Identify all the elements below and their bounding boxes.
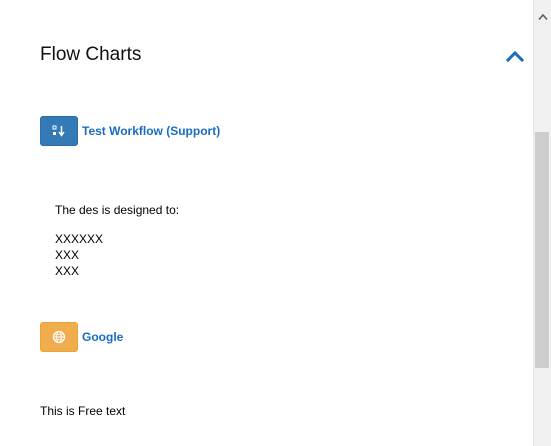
free-text: This is Free text [40, 404, 126, 418]
description-line: XXX [55, 248, 80, 262]
description-lines: XXXXXX XXX XXX [55, 231, 103, 279]
sort-down-icon [52, 125, 65, 137]
workflow-link-row: Test Workflow (Support) [40, 116, 220, 146]
scroll-up-button[interactable] [534, 8, 551, 25]
description-line: XXXXXX [55, 232, 104, 246]
google-icon-button[interactable] [40, 322, 78, 352]
scrollbar-thumb[interactable] [535, 132, 549, 368]
globe-icon [52, 330, 66, 344]
vertical-scrollbar[interactable] [533, 0, 551, 446]
google-link[interactable]: Google [82, 330, 123, 344]
google-link-row: Google [40, 322, 123, 352]
chevron-up-icon [505, 50, 525, 63]
workflow-icon-button[interactable] [40, 116, 78, 146]
collapse-section-button[interactable] [505, 46, 525, 66]
workflow-link[interactable]: Test Workflow (Support) [82, 124, 220, 138]
description-intro: The des is designed to: [55, 203, 180, 217]
flow-charts-panel: Flow Charts Test Workflow (Support) The … [0, 0, 551, 446]
description-line: XXX [55, 264, 80, 278]
section-title: Flow Charts [40, 44, 142, 65]
scroll-up-arrow-icon [537, 13, 548, 20]
